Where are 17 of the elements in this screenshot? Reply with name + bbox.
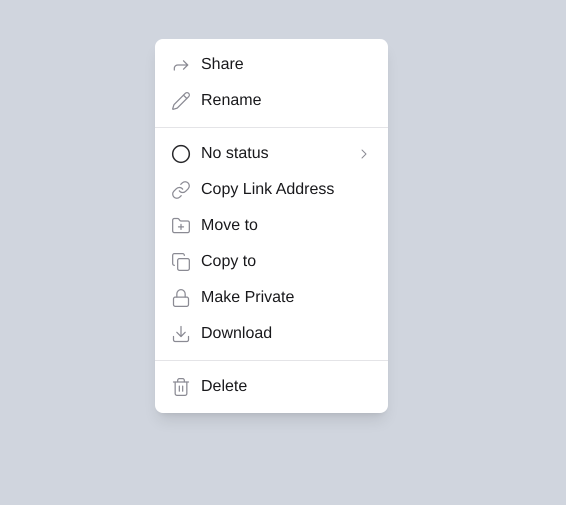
menu-item[interactable]: Delete (155, 369, 388, 405)
lock-icon (171, 288, 191, 308)
menu-item[interactable]: Share (155, 47, 388, 83)
menu-item[interactable]: Make Private (155, 280, 388, 316)
copy-icon (171, 252, 191, 272)
menu-item[interactable]: Rename (155, 83, 388, 119)
pencil-icon (171, 91, 191, 111)
menu-item[interactable]: Move to (155, 208, 388, 244)
menu-item[interactable]: Download (155, 316, 388, 352)
circle-icon (171, 144, 191, 164)
menu-item[interactable]: Copy to (155, 244, 388, 280)
menu-item[interactable]: No status (155, 136, 388, 172)
menu-item[interactable]: Copy Link Address (155, 172, 388, 208)
folder-plus-icon (171, 216, 191, 236)
trash-icon (171, 377, 191, 397)
download-icon (171, 324, 191, 344)
link-icon (171, 180, 191, 200)
